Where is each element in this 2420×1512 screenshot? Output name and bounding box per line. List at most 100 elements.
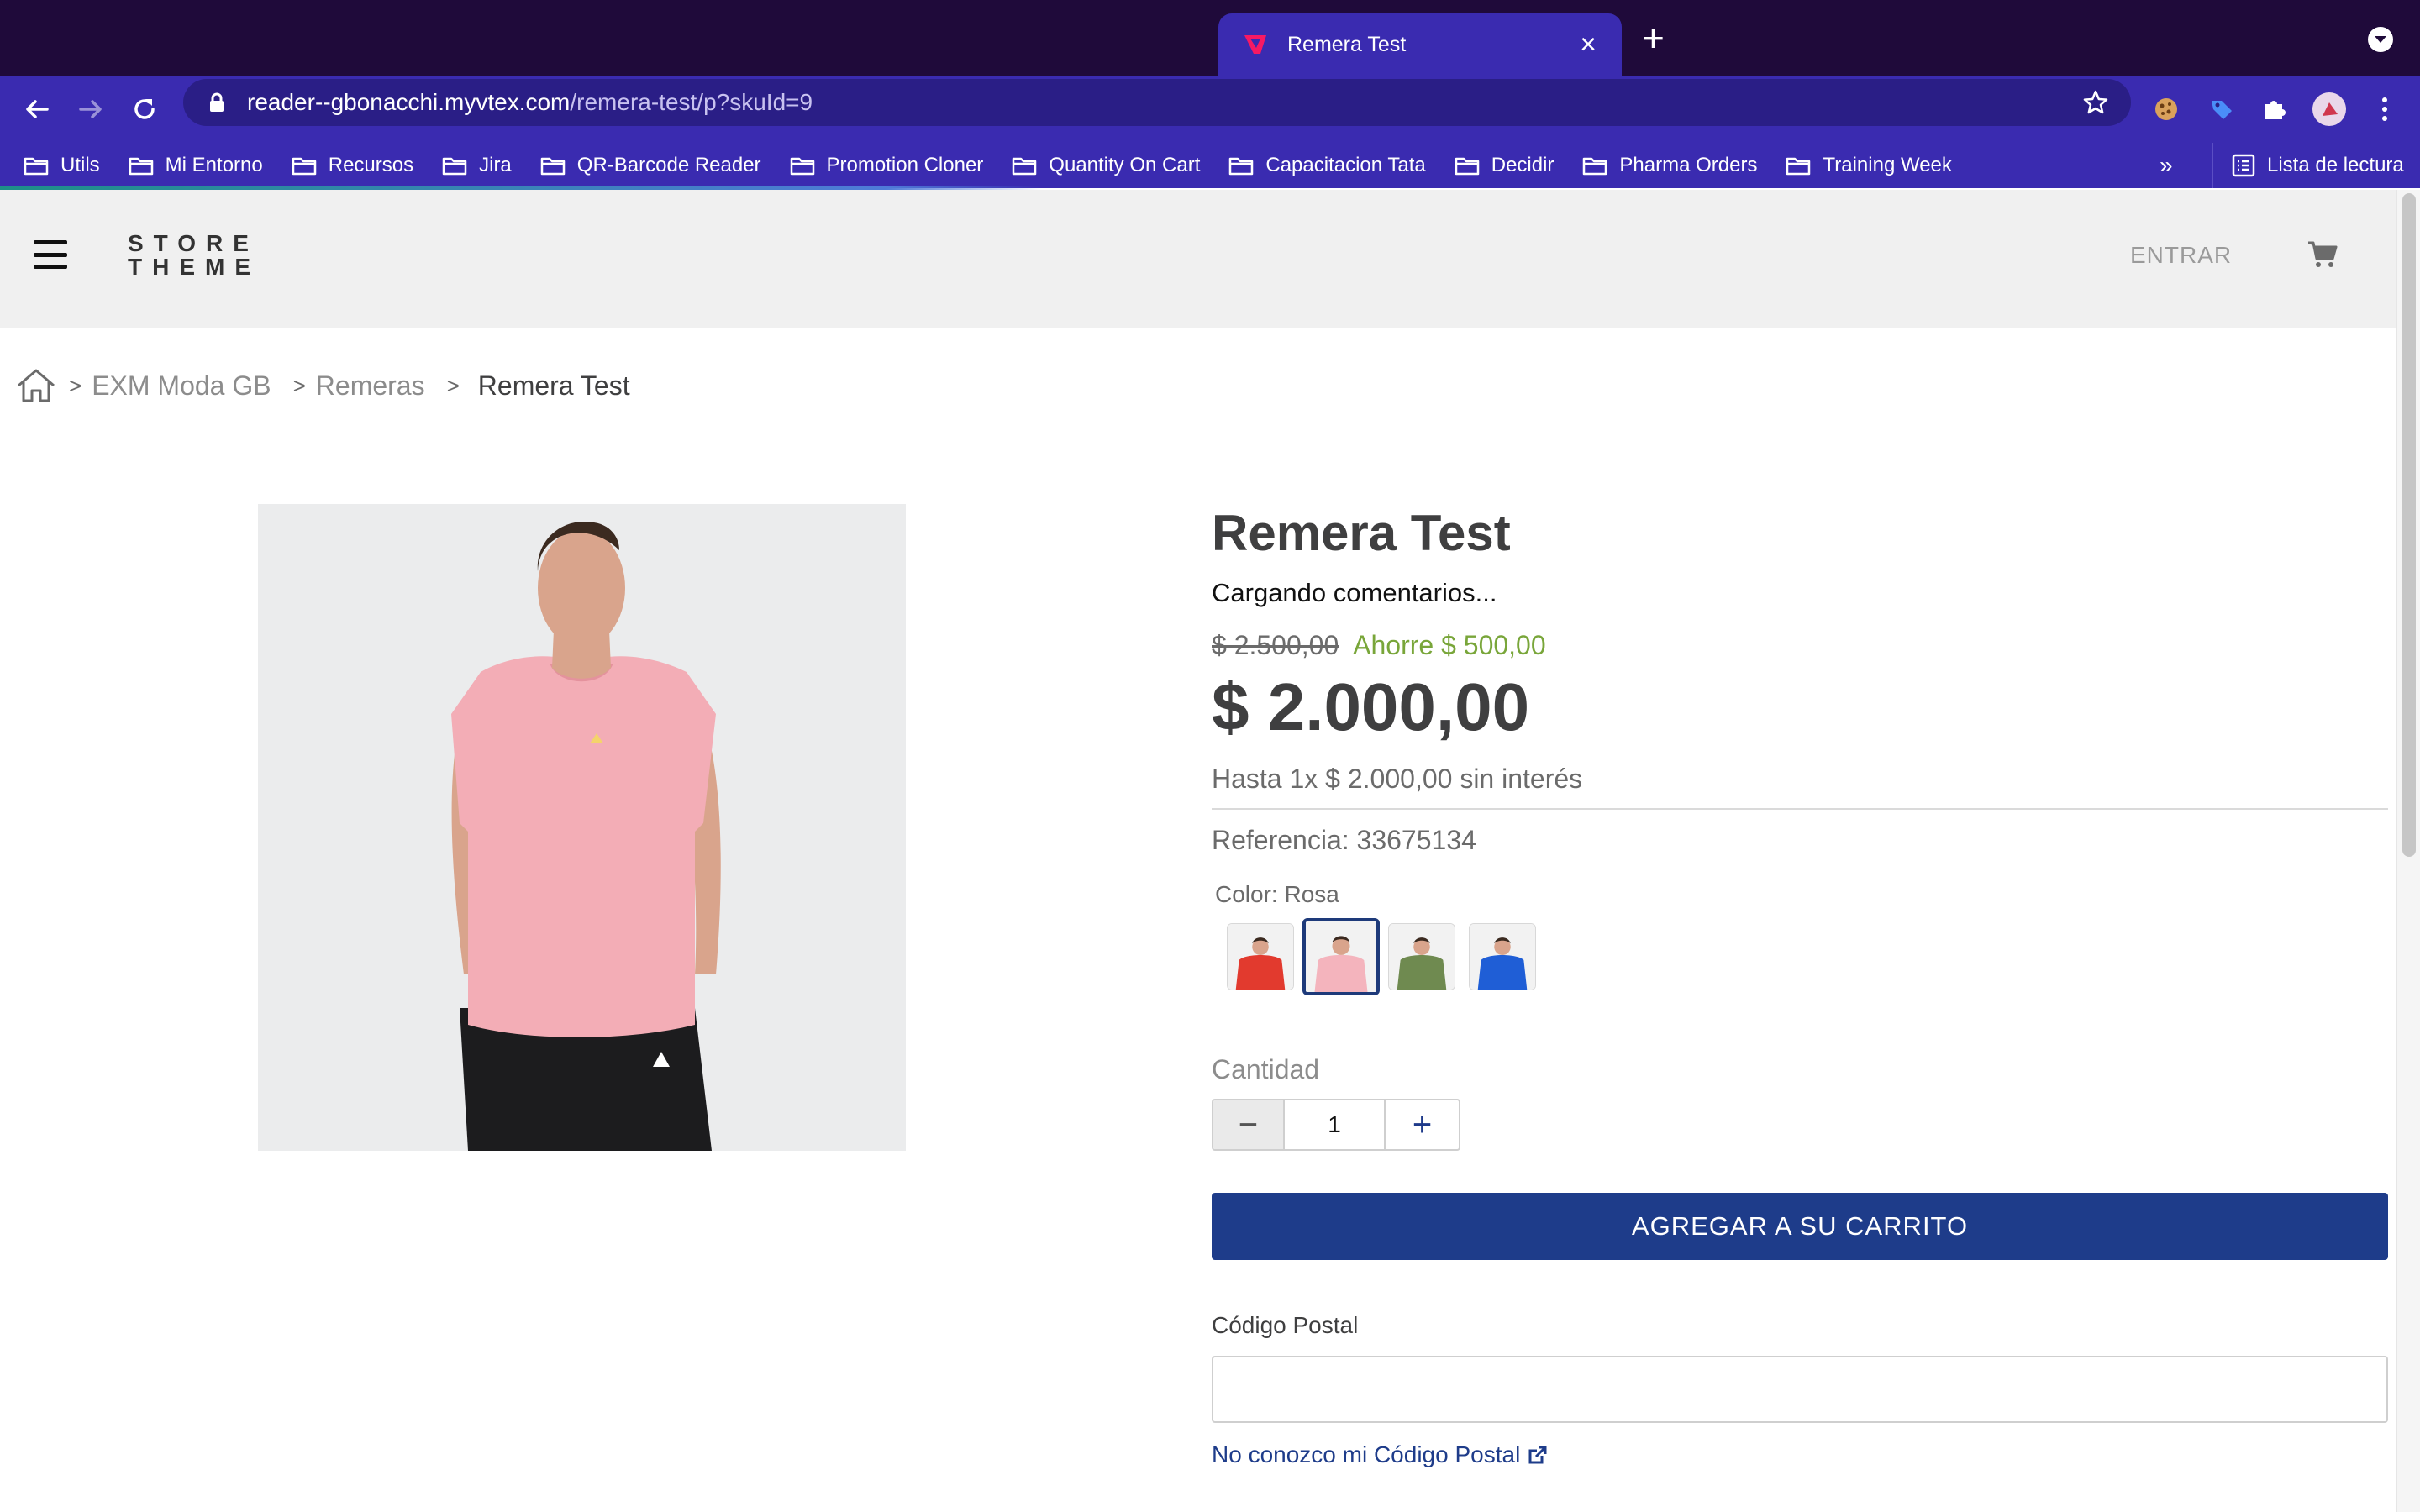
- product-image[interactable]: [258, 504, 906, 1151]
- color-swatch[interactable]: [1227, 923, 1294, 990]
- quantity-stepper: − 1 +: [1212, 1099, 1460, 1151]
- bookmark-item[interactable]: QR-Barcode Reader: [540, 154, 761, 177]
- bookmark-item[interactable]: Pharma Orders: [1582, 154, 1757, 177]
- bookmarks-overflow-button[interactable]: »: [2160, 143, 2173, 188]
- breadcrumb-item[interactable]: Remeras: [316, 370, 425, 402]
- bookmark-label: Utils: [60, 154, 100, 176]
- back-button[interactable]: [15, 87, 59, 131]
- bookmark-label: Jira: [479, 154, 512, 176]
- folder-icon: [1013, 157, 1037, 176]
- browser-tab-active[interactable]: Remera Test ×: [1218, 13, 1622, 76]
- tab-search-button[interactable]: [2368, 27, 2393, 52]
- bookmark-label: Training Week: [1823, 154, 1952, 176]
- product-title: Remera Test: [1212, 505, 1511, 561]
- tab-title: Remera Test: [1287, 32, 1407, 56]
- folder-icon: [24, 157, 49, 176]
- logo-line-2: THEME: [128, 254, 260, 280]
- folder-icon: [129, 157, 153, 176]
- bookmark-label: Mi Entorno: [165, 154, 263, 176]
- swatch-thumbnail-image: [1228, 924, 1293, 990]
- logo-line-1: STORE: [128, 230, 259, 256]
- bookmark-item[interactable]: Quantity On Cart: [1012, 154, 1200, 177]
- breadcrumb-separator: >: [292, 372, 306, 398]
- quantity-label: Cantidad: [1212, 1054, 1320, 1084]
- bookmark-item[interactable]: Promotion Cloner: [790, 154, 984, 177]
- quantity-input[interactable]: 1: [1282, 1100, 1386, 1149]
- swatch-thumbnail-image: [1389, 924, 1455, 990]
- model-pink-tshirt-image: [258, 504, 906, 1151]
- sku-selector-label: Color: Rosa: [1215, 881, 1339, 907]
- bookmark-label: Pharma Orders: [1619, 154, 1758, 176]
- extensions-button[interactable]: [2255, 91, 2292, 128]
- breadcrumb: > EXM Moda GB > Remeras > Remera Test: [15, 365, 630, 407]
- unknown-postal-code-link[interactable]: No conozco mi Código Postal: [1212, 1441, 2388, 1468]
- bookmark-item[interactable]: Mi Entorno: [129, 154, 263, 177]
- tab-close-icon[interactable]: ×: [1573, 30, 1603, 59]
- bookmark-item[interactable]: Decidir: [1455, 154, 1555, 177]
- store-logo[interactable]: STORE THEME: [128, 232, 260, 279]
- bookmark-item[interactable]: Jira: [442, 154, 512, 177]
- cookie-extension-icon[interactable]: [2148, 91, 2185, 128]
- breadcrumb-current: Remera Test: [477, 370, 630, 401]
- color-swatch[interactable]: [1469, 923, 1536, 990]
- bookmark-label: QR-Barcode Reader: [576, 154, 761, 176]
- bookmark-item[interactable]: Utils: [24, 154, 100, 177]
- bookmarks-bar: Utils Mi Entorno Recursos Jira QR-Barcode Re…: [0, 143, 2420, 188]
- selling-price: $ 2.000,00: [1212, 669, 1530, 744]
- add-to-cart-button[interactable]: AGREGAR A SU CARRITO: [1212, 1193, 2388, 1260]
- bookmark-item[interactable]: Capacitacion Tata: [1228, 154, 1426, 177]
- breadcrumb-separator: >: [69, 372, 82, 398]
- breadcrumb-item[interactable]: EXM Moda GB: [92, 370, 271, 402]
- breadcrumb-separator: >: [446, 372, 460, 398]
- profile-avatar[interactable]: [2311, 91, 2348, 128]
- swatch-thumbnail-image: [1470, 924, 1535, 990]
- bookmark-item[interactable]: Training Week: [1786, 154, 1952, 177]
- minicart-button[interactable]: [2307, 240, 2338, 273]
- forward-arrow-icon: [79, 100, 102, 118]
- folder-icon: [1583, 157, 1607, 176]
- color-swatch[interactable]: [1388, 923, 1455, 990]
- savings-badge: Ahorre $ 500,00: [1353, 630, 1546, 660]
- postal-code-label: Código Postal: [1212, 1312, 1359, 1338]
- installments-text: Hasta 1x $ 2.000,00 sin interés: [1212, 764, 2388, 810]
- color-swatch[interactable]: [1302, 918, 1380, 995]
- kebab-menu-icon: [2382, 97, 2387, 121]
- folder-icon: [540, 157, 566, 176]
- bookmark-label: Decidir: [1491, 154, 1555, 176]
- folder-icon: [442, 157, 467, 176]
- bookmark-star-icon[interactable]: [2082, 89, 2109, 116]
- url-host: reader--gbonacchi.myvtex.com: [247, 89, 571, 115]
- bookmark-label: Capacitacion Tata: [1265, 154, 1426, 176]
- reviews-loading-text: Cargando comentarios...: [1212, 578, 1497, 607]
- browser-tabstrip: Remera Test × +: [0, 0, 2420, 76]
- new-tab-button[interactable]: +: [1642, 18, 1665, 57]
- bookmark-label: Quantity On Cart: [1049, 154, 1201, 176]
- bookmark-item[interactable]: Recursos: [292, 154, 413, 177]
- forward-button[interactable]: [69, 87, 113, 131]
- reading-list-button[interactable]: Lista de lectura: [2212, 143, 2404, 188]
- postal-code-input[interactable]: [1212, 1356, 2388, 1423]
- page-scrollbar[interactable]: [2396, 190, 2420, 1512]
- login-link[interactable]: ENTRAR: [2130, 242, 2232, 269]
- folder-icon: [292, 157, 316, 176]
- tag-icon: [2212, 101, 2232, 119]
- reload-button[interactable]: [123, 87, 166, 131]
- list-price: $ 2.500,00: [1212, 630, 1339, 660]
- browser-toolbar: reader--gbonacchi.myvtex.com/remera-test…: [0, 76, 2420, 143]
- bookmark-label: Recursos: [328, 154, 414, 176]
- reload-icon: [134, 99, 155, 119]
- quantity-decrease-button[interactable]: −: [1213, 1100, 1283, 1149]
- lock-icon: [210, 92, 224, 112]
- quantity-increase-button[interactable]: +: [1386, 1100, 1459, 1149]
- product-reference: Referencia: 33675134: [1212, 825, 1476, 855]
- tag-extension-icon[interactable]: [2203, 91, 2240, 128]
- menu-hamburger-icon[interactable]: [34, 240, 67, 269]
- color-swatch-list: [1227, 918, 2388, 995]
- browser-menu-button[interactable]: [2366, 91, 2403, 128]
- puzzle-icon: [2265, 101, 2286, 119]
- home-icon[interactable]: [15, 367, 57, 404]
- folder-icon: [1786, 157, 1811, 176]
- address-bar[interactable]: reader--gbonacchi.myvtex.com/remera-test…: [183, 79, 2131, 126]
- bookmark-label: Promotion Cloner: [826, 154, 984, 176]
- scrollbar-thumb[interactable]: [2402, 193, 2416, 857]
